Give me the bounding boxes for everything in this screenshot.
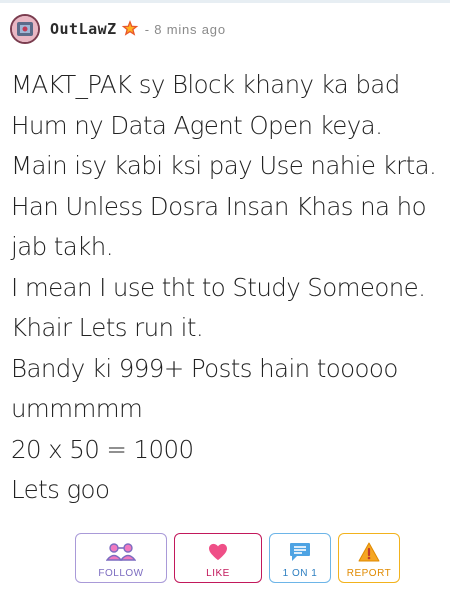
post-header: OutLawZ - 8 mins ago	[10, 12, 226, 46]
post-line: Han Unless Dosra Insan Khas na ho	[11, 191, 427, 221]
post-line: Lets goo	[11, 475, 110, 504]
post-timestamp: - 8 mins ago	[144, 21, 226, 37]
post-line: Bandy ki 999+ Posts hain tooooo	[11, 353, 398, 383]
post-line: Hum ny Data Agent Open keya.	[11, 110, 383, 140]
post-line: Main isy kabi ksi pay Use nahie krta.	[11, 151, 437, 180]
like-button[interactable]: LIKE	[174, 533, 262, 583]
like-label: LIKE	[206, 568, 230, 579]
follow-label: FOLLOW	[98, 568, 144, 579]
post-line: I mean I use tht to Study Someone.	[11, 272, 426, 302]
post-body: MAKT_PAK sy Block khany ka bad Hum ny Da…	[11, 65, 441, 511]
chat-icon	[290, 543, 310, 561]
one-on-one-label: 1 ON 1	[282, 568, 318, 579]
people-icon	[106, 543, 136, 561]
avatar[interactable]	[10, 14, 40, 44]
post-actions: FOLLOW LIKE 1 ON 1 REPORT	[75, 533, 400, 583]
report-label: REPORT	[346, 568, 392, 579]
post-line: Khair Lets run it.	[11, 313, 204, 342]
username[interactable]: OutLawZ	[50, 20, 117, 38]
star-icon	[121, 20, 138, 36]
one-on-one-button[interactable]: 1 ON 1	[269, 533, 331, 583]
post-line: ummmmm	[11, 394, 143, 423]
post-line: MAKT_PAK sy Block khany ka bad	[11, 70, 400, 99]
follow-button[interactable]: FOLLOW	[75, 533, 167, 583]
avatar-image	[12, 16, 38, 42]
top-divider	[0, 0, 450, 3]
warning-icon	[358, 542, 380, 562]
heart-icon	[209, 543, 227, 561]
post-line: jab takh.	[11, 232, 113, 261]
report-button[interactable]: REPORT	[338, 533, 400, 583]
post-line: 20 x 50 = 1000	[11, 434, 194, 464]
